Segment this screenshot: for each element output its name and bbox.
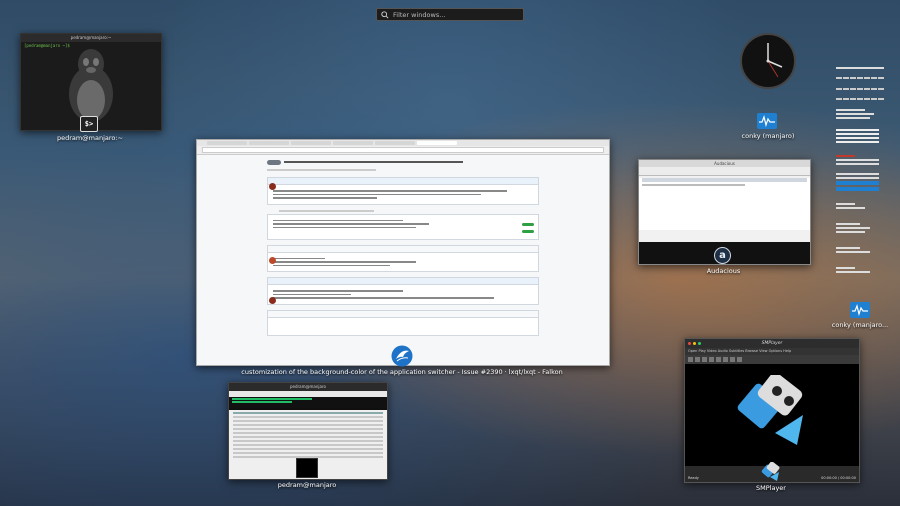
status-text: Ready (688, 476, 699, 480)
window-caption-smplayer: SMPlayer (756, 484, 786, 492)
tux-wallpaper-icon (69, 49, 113, 122)
audacious-toolbar (639, 167, 810, 176)
window-caption-falkon: customization of the background-color of… (241, 368, 563, 376)
window-caption-htop: pedram@manjaro (277, 481, 337, 489)
browser-tab-active (417, 141, 457, 145)
window-caption-conky-panel: conky (manjaro... (831, 321, 889, 329)
search-icon (381, 10, 389, 19)
url-bar (197, 146, 609, 155)
window-thumbnail-falkon[interactable] (196, 139, 610, 366)
browser-tab (207, 141, 247, 145)
conky-calendar (836, 67, 884, 107)
clock-face (766, 43, 783, 78)
smplayer-menubar: Open Play Video Audio Subtitles Browse V… (685, 348, 859, 355)
window-title: pedram@manjaro (229, 383, 387, 391)
filter-windows-input[interactable] (393, 10, 513, 19)
filter-windows-search[interactable] (376, 8, 524, 21)
conky-icon (850, 302, 870, 318)
avatar (269, 297, 276, 304)
issue-comment (267, 213, 539, 240)
avatar (269, 183, 276, 190)
smplayer-icon (761, 462, 780, 481)
smplayer-logo-icon (737, 375, 803, 445)
conky-clock-widget[interactable] (740, 33, 796, 89)
conky-icon (757, 113, 777, 129)
browser-tab (291, 141, 331, 145)
browser-tab (333, 141, 373, 145)
smplayer-toolbar (685, 355, 859, 364)
window-title: SMPlayer (685, 339, 859, 348)
comment-editor (267, 309, 539, 336)
cpu-meters (229, 398, 387, 408)
audacious-icon: a (714, 247, 731, 264)
browser-tab (375, 141, 415, 145)
terminal-icon (296, 458, 318, 478)
falkon-icon (391, 345, 413, 367)
window-caption-terminal: pedram@manjaro:~ (56, 134, 124, 142)
browser-tab (249, 141, 289, 145)
terminal-menubar (229, 391, 387, 397)
window-caption-conky-clock: conky (manjaro) (741, 132, 795, 140)
window-caption-audacious: Audacious (706, 267, 741, 275)
playlist (639, 178, 810, 230)
time-display: 00:00:00 / 00:00:00 (821, 476, 856, 480)
conky-sysinfo-widget[interactable] (836, 67, 884, 302)
terminal-icon: $> (80, 116, 98, 132)
issue-comment (267, 244, 539, 272)
issue-page (267, 157, 539, 363)
issue-comment (267, 177, 539, 205)
avatar (269, 257, 276, 264)
window-title: Audacious (639, 160, 810, 167)
issue-comment (267, 277, 539, 305)
window-title: pedram@manjaro:~ (21, 34, 161, 42)
